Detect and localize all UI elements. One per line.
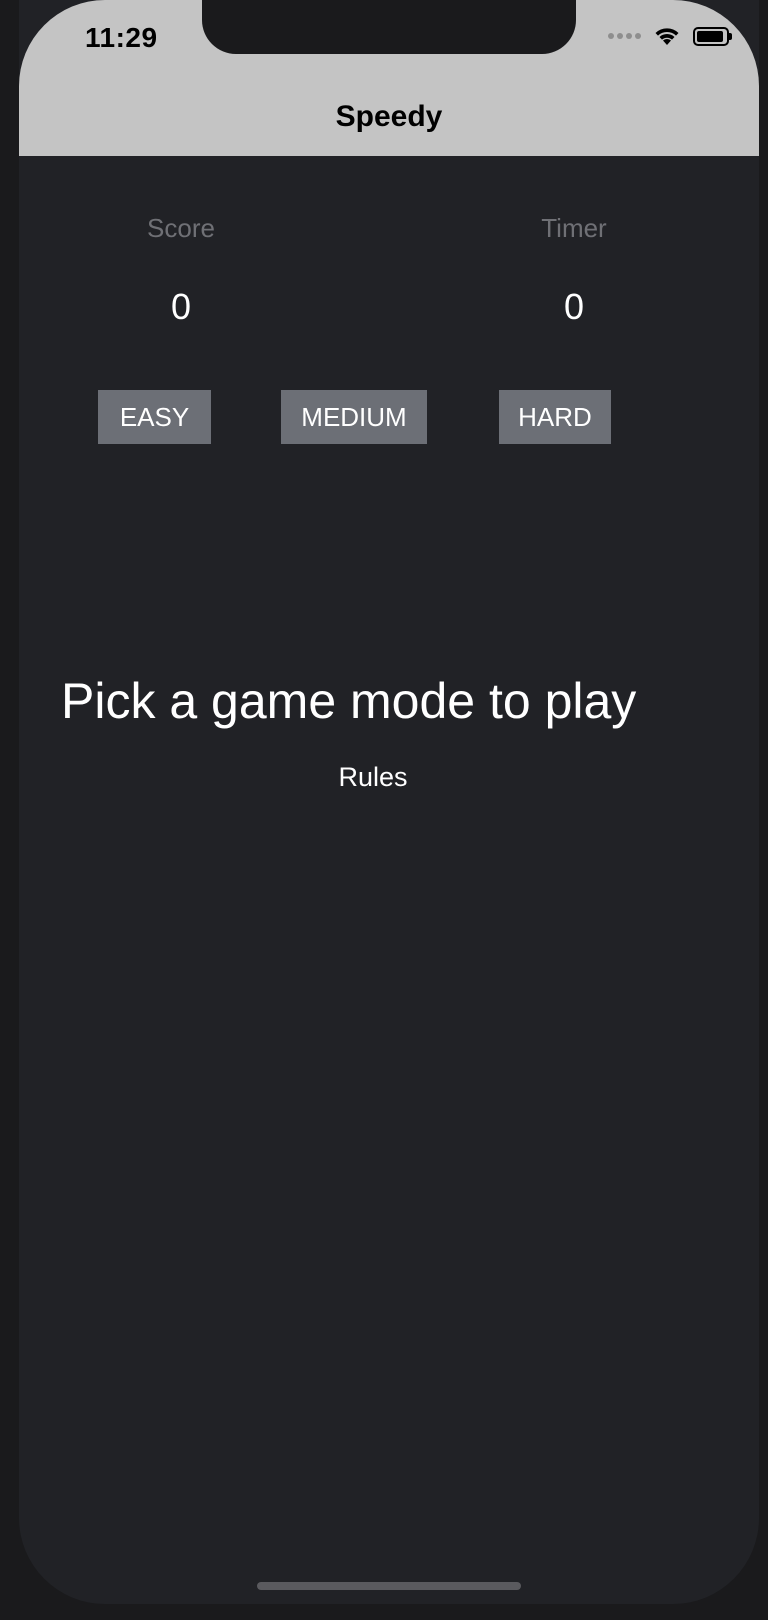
- battery-icon: [693, 26, 732, 46]
- easy-mode-button[interactable]: EASY: [98, 390, 211, 444]
- signal-dots-icon: [608, 33, 641, 39]
- timer-value: 0: [563, 286, 585, 327]
- game-mode-prompt: Pick a game mode to play: [61, 673, 637, 729]
- device-notch: [202, 0, 576, 54]
- app-screen: 11:29 Speedy Score 0 Timer 0 EASY MEDIUM…: [19, 0, 759, 1604]
- medium-mode-button[interactable]: MEDIUM: [281, 390, 427, 444]
- score-value: 0: [170, 286, 192, 327]
- rules-link[interactable]: Rules: [19, 762, 727, 793]
- score-label: Score: [147, 213, 215, 243]
- status-time: 11:29: [85, 22, 158, 53]
- status-icons: [608, 26, 732, 46]
- device-frame: 11:29 Speedy Score 0 Timer 0 EASY MEDIUM…: [0, 0, 768, 1620]
- page-title: Speedy: [335, 100, 443, 133]
- timer-label: Timer: [541, 213, 607, 243]
- hard-mode-button[interactable]: HARD: [499, 390, 611, 444]
- navigation-header: 11:29 Speedy: [19, 0, 759, 156]
- home-indicator[interactable]: [257, 1582, 521, 1590]
- wifi-icon: [655, 28, 679, 45]
